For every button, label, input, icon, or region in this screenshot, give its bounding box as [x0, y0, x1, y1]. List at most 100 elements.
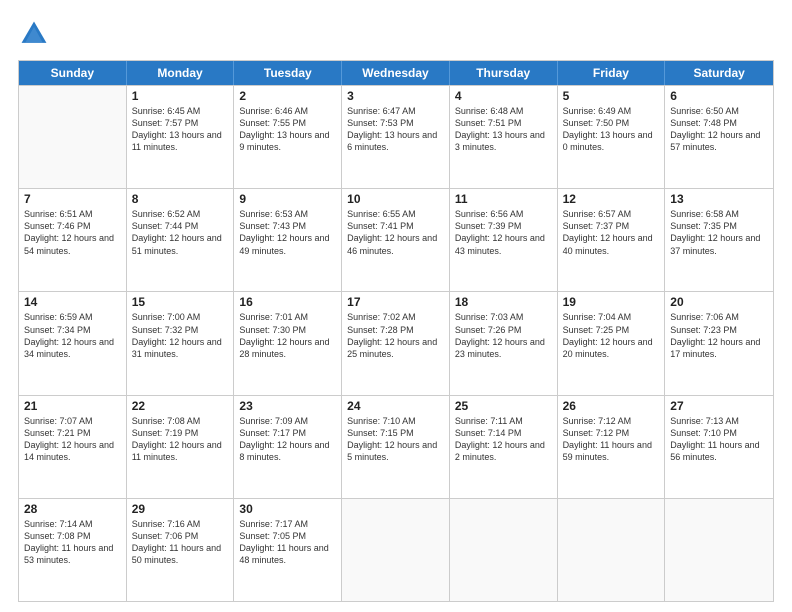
- day-cell-15: 15 Sunrise: 7:00 AMSunset: 7:32 PMDayligh…: [127, 292, 235, 394]
- cell-info: Sunrise: 7:16 AMSunset: 7:06 PMDaylight:…: [132, 518, 229, 567]
- cell-date-number: 29: [132, 502, 229, 516]
- day-cell-22: 22 Sunrise: 7:08 AMSunset: 7:19 PMDayligh…: [127, 396, 235, 498]
- cell-date-number: 4: [455, 89, 552, 103]
- header-day-sunday: Sunday: [19, 61, 127, 85]
- cell-date-number: 27: [670, 399, 768, 413]
- day-cell-26: 26Sunrise: 7:12 AMSunset: 7:12 PMDayligh…: [558, 396, 666, 498]
- cell-date-number: 1: [132, 89, 229, 103]
- calendar: SundayMondayTuesdayWednesdayThursdayFrid…: [18, 60, 774, 602]
- cell-date-number: 3: [347, 89, 444, 103]
- cell-date-number: 7: [24, 192, 121, 206]
- cell-date-number: 18: [455, 295, 552, 309]
- cell-date-number: 24: [347, 399, 444, 413]
- calendar-header: SundayMondayTuesdayWednesdayThursdayFrid…: [19, 61, 773, 85]
- header-day-saturday: Saturday: [665, 61, 773, 85]
- cell-date-number: 23: [239, 399, 336, 413]
- logo: [18, 18, 54, 50]
- day-cell-17: 17 Sunrise: 7:02 AMSunset: 7:28 PMDayligh…: [342, 292, 450, 394]
- day-cell-4: 4 Sunrise: 6:48 AMSunset: 7:51 PMDaylight…: [450, 86, 558, 188]
- cell-info: Sunrise: 7:09 AMSunset: 7:17 PMDaylight:…: [239, 415, 336, 464]
- cell-date-number: 8: [132, 192, 229, 206]
- day-cell-5: 5 Sunrise: 6:49 AMSunset: 7:50 PMDaylight…: [558, 86, 666, 188]
- day-cell-29: 29 Sunrise: 7:16 AMSunset: 7:06 PMDayligh…: [127, 499, 235, 601]
- day-cell-9: 9Sunrise: 6:53 AMSunset: 7:43 PMDaylight…: [234, 189, 342, 291]
- empty-cell-0-0: [19, 86, 127, 188]
- cell-info: Sunrise: 7:12 AMSunset: 7:12 PMDaylight:…: [563, 415, 660, 464]
- cell-date-number: 15: [132, 295, 229, 309]
- cell-date-number: 13: [670, 192, 768, 206]
- day-cell-6: 6 Sunrise: 6:50 AMSunset: 7:48 PMDaylight…: [665, 86, 773, 188]
- calendar-body: 1 Sunrise: 6:45 AMSunset: 7:57 PMDaylight…: [19, 85, 773, 601]
- cell-info: Sunrise: 7:03 AMSunset: 7:26 PMDaylight:…: [455, 311, 552, 360]
- day-cell-20: 20 Sunrise: 7:06 AMSunset: 7:23 PMDayligh…: [665, 292, 773, 394]
- empty-cell-4-4: [450, 499, 558, 601]
- logo-icon: [18, 18, 50, 50]
- week-row-0: 1 Sunrise: 6:45 AMSunset: 7:57 PMDaylight…: [19, 85, 773, 188]
- day-cell-12: 12 Sunrise: 6:57 AMSunset: 7:37 PMDayligh…: [558, 189, 666, 291]
- day-cell-19: 19 Sunrise: 7:04 AMSunset: 7:25 PMDayligh…: [558, 292, 666, 394]
- empty-cell-4-5: [558, 499, 666, 601]
- cell-info: Sunrise: 7:17 AMSunset: 7:05 PMDaylight:…: [239, 518, 336, 567]
- cell-date-number: 2: [239, 89, 336, 103]
- day-cell-14: 14Sunrise: 6:59 AMSunset: 7:34 PMDayligh…: [19, 292, 127, 394]
- cell-date-number: 6: [670, 89, 768, 103]
- cell-info: Sunrise: 6:53 AMSunset: 7:43 PMDaylight:…: [239, 208, 336, 257]
- day-cell-21: 21Sunrise: 7:07 AMSunset: 7:21 PMDayligh…: [19, 396, 127, 498]
- day-cell-27: 27 Sunrise: 7:13 AMSunset: 7:10 PMDayligh…: [665, 396, 773, 498]
- header-day-tuesday: Tuesday: [234, 61, 342, 85]
- cell-info: Sunrise: 6:50 AMSunset: 7:48 PMDaylight:…: [670, 105, 768, 154]
- cell-info: Sunrise: 6:52 AMSunset: 7:44 PMDaylight:…: [132, 208, 229, 257]
- cell-info: Sunrise: 7:08 AMSunset: 7:19 PMDaylight:…: [132, 415, 229, 464]
- cell-info: Sunrise: 7:10 AMSunset: 7:15 PMDaylight:…: [347, 415, 444, 464]
- day-cell-10: 10 Sunrise: 6:55 AMSunset: 7:41 PMDayligh…: [342, 189, 450, 291]
- week-row-2: 14Sunrise: 6:59 AMSunset: 7:34 PMDayligh…: [19, 291, 773, 394]
- cell-date-number: 5: [563, 89, 660, 103]
- cell-info: Sunrise: 7:13 AMSunset: 7:10 PMDaylight:…: [670, 415, 768, 464]
- cell-info: Sunrise: 7:11 AMSunset: 7:14 PMDaylight:…: [455, 415, 552, 464]
- day-cell-11: 11Sunrise: 6:56 AMSunset: 7:39 PMDayligh…: [450, 189, 558, 291]
- day-cell-3: 3 Sunrise: 6:47 AMSunset: 7:53 PMDaylight…: [342, 86, 450, 188]
- cell-info: Sunrise: 6:51 AMSunset: 7:46 PMDaylight:…: [24, 208, 121, 257]
- cell-date-number: 22: [132, 399, 229, 413]
- header-day-monday: Monday: [127, 61, 235, 85]
- cell-info: Sunrise: 6:48 AMSunset: 7:51 PMDaylight:…: [455, 105, 552, 154]
- cell-date-number: 12: [563, 192, 660, 206]
- cell-info: Sunrise: 7:00 AMSunset: 7:32 PMDaylight:…: [132, 311, 229, 360]
- cell-info: Sunrise: 6:49 AMSunset: 7:50 PMDaylight:…: [563, 105, 660, 154]
- cell-date-number: 17: [347, 295, 444, 309]
- day-cell-18: 18 Sunrise: 7:03 AMSunset: 7:26 PMDayligh…: [450, 292, 558, 394]
- cell-info: Sunrise: 7:02 AMSunset: 7:28 PMDaylight:…: [347, 311, 444, 360]
- week-row-1: 7 Sunrise: 6:51 AMSunset: 7:46 PMDaylight…: [19, 188, 773, 291]
- cell-date-number: 20: [670, 295, 768, 309]
- cell-info: Sunrise: 6:56 AMSunset: 7:39 PMDaylight:…: [455, 208, 552, 257]
- cell-info: Sunrise: 7:06 AMSunset: 7:23 PMDaylight:…: [670, 311, 768, 360]
- day-cell-2: 2Sunrise: 6:46 AMSunset: 7:55 PMDaylight…: [234, 86, 342, 188]
- cell-info: Sunrise: 7:14 AMSunset: 7:08 PMDaylight:…: [24, 518, 121, 567]
- cell-info: Sunrise: 6:47 AMSunset: 7:53 PMDaylight:…: [347, 105, 444, 154]
- week-row-4: 28Sunrise: 7:14 AMSunset: 7:08 PMDayligh…: [19, 498, 773, 601]
- day-cell-23: 23 Sunrise: 7:09 AMSunset: 7:17 PMDayligh…: [234, 396, 342, 498]
- cell-info: Sunrise: 6:58 AMSunset: 7:35 PMDaylight:…: [670, 208, 768, 257]
- cell-date-number: 10: [347, 192, 444, 206]
- day-cell-25: 25Sunrise: 7:11 AMSunset: 7:14 PMDayligh…: [450, 396, 558, 498]
- day-cell-7: 7 Sunrise: 6:51 AMSunset: 7:46 PMDaylight…: [19, 189, 127, 291]
- empty-cell-4-3: [342, 499, 450, 601]
- cell-date-number: 16: [239, 295, 336, 309]
- cell-date-number: 19: [563, 295, 660, 309]
- week-row-3: 21Sunrise: 7:07 AMSunset: 7:21 PMDayligh…: [19, 395, 773, 498]
- cell-date-number: 14: [24, 295, 121, 309]
- empty-cell-4-6: [665, 499, 773, 601]
- page: SundayMondayTuesdayWednesdayThursdayFrid…: [0, 0, 792, 612]
- cell-info: Sunrise: 6:45 AMSunset: 7:57 PMDaylight:…: [132, 105, 229, 154]
- header-day-thursday: Thursday: [450, 61, 558, 85]
- day-cell-8: 8 Sunrise: 6:52 AMSunset: 7:44 PMDaylight…: [127, 189, 235, 291]
- cell-date-number: 30: [239, 502, 336, 516]
- cell-info: Sunrise: 6:55 AMSunset: 7:41 PMDaylight:…: [347, 208, 444, 257]
- day-cell-1: 1 Sunrise: 6:45 AMSunset: 7:57 PMDaylight…: [127, 86, 235, 188]
- day-cell-30: 30 Sunrise: 7:17 AMSunset: 7:05 PMDayligh…: [234, 499, 342, 601]
- cell-info: Sunrise: 7:04 AMSunset: 7:25 PMDaylight:…: [563, 311, 660, 360]
- cell-info: Sunrise: 6:57 AMSunset: 7:37 PMDaylight:…: [563, 208, 660, 257]
- header-day-friday: Friday: [558, 61, 666, 85]
- day-cell-13: 13 Sunrise: 6:58 AMSunset: 7:35 PMDayligh…: [665, 189, 773, 291]
- day-cell-24: 24 Sunrise: 7:10 AMSunset: 7:15 PMDayligh…: [342, 396, 450, 498]
